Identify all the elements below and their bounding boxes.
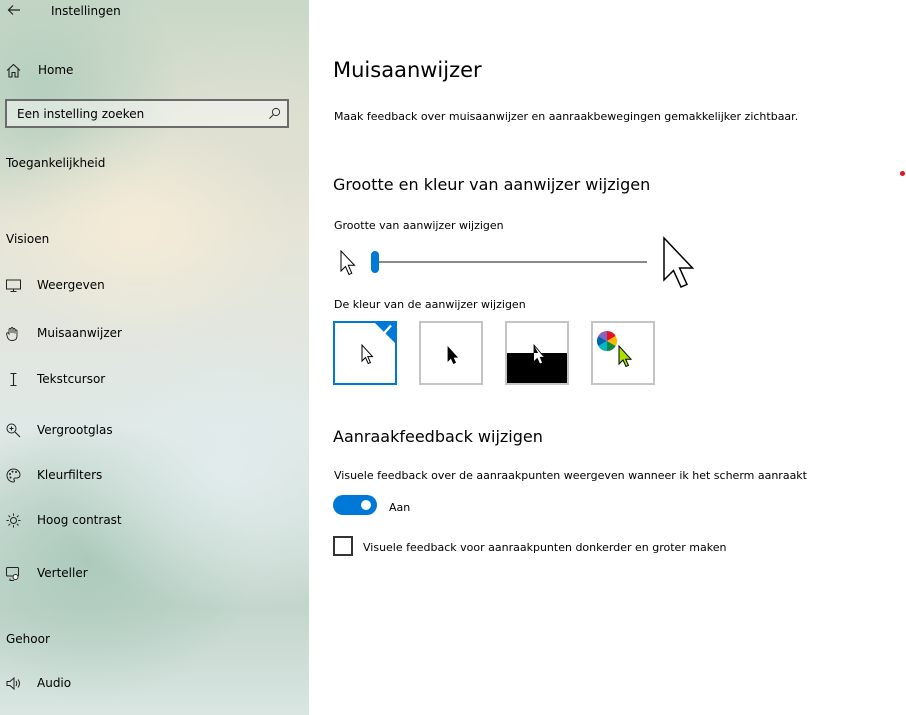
pointer-color-custom[interactable] bbox=[591, 321, 655, 385]
toggle-knob bbox=[361, 500, 371, 510]
search-box[interactable] bbox=[5, 99, 289, 128]
category-title: Toegankelijkheid bbox=[6, 156, 106, 170]
contrast-sun-icon bbox=[6, 513, 21, 528]
sidebar-item-label: Audio bbox=[37, 676, 72, 690]
page-title: Muisaanwijzer bbox=[333, 58, 482, 82]
sidebar: Instellingen Home Toegankelijkheid Visio… bbox=[0, 0, 309, 715]
sidebar-item-high-contrast[interactable]: Hoog contrast bbox=[0, 505, 309, 535]
text-cursor-icon bbox=[10, 372, 17, 387]
darker-feedback-checkbox[interactable] bbox=[333, 536, 353, 556]
main-content: Muisaanwijzer Maak feedback over muisaan… bbox=[309, 0, 906, 715]
touch-section-heading: Aanraakfeedback wijzigen bbox=[333, 427, 543, 446]
pointer-color-black[interactable] bbox=[419, 321, 483, 385]
sidebar-item-color-filters[interactable]: Kleurfilters bbox=[0, 460, 309, 490]
small-pointer-icon bbox=[340, 250, 356, 276]
back-arrow-icon[interactable] bbox=[6, 2, 22, 18]
visual-feedback-label: Visuele feedback over de aanraakpunten w… bbox=[334, 469, 807, 482]
visual-feedback-toggle[interactable] bbox=[333, 495, 377, 515]
sidebar-item-label: Home bbox=[38, 63, 74, 77]
title-bar: Instellingen bbox=[0, 0, 309, 24]
mouse-pointer-icon bbox=[6, 327, 18, 341]
pointer-color-inverted[interactable] bbox=[505, 321, 569, 385]
sidebar-item-home[interactable]: Home bbox=[0, 55, 309, 85]
sidebar-item-audio[interactable]: Audio bbox=[0, 668, 309, 698]
sidebar-item-display[interactable]: Weergeven bbox=[0, 270, 309, 300]
home-icon bbox=[6, 63, 21, 78]
app-title: Instellingen bbox=[51, 4, 121, 18]
sidebar-item-label: Vergrootglas bbox=[37, 423, 113, 437]
black-pointer-icon bbox=[447, 345, 459, 365]
white-pointer-icon bbox=[361, 323, 395, 365]
sidebar-item-label: Tekstcursor bbox=[37, 372, 106, 386]
custom-color-pointer-icon bbox=[596, 330, 633, 368]
pointer-size-label: Grootte van aanwijzer wijzigen bbox=[334, 219, 504, 232]
toggle-state-label: Aan bbox=[389, 501, 411, 514]
sidebar-item-text-cursor[interactable]: Tekstcursor bbox=[0, 364, 309, 394]
sidebar-item-label: Verteller bbox=[37, 566, 88, 580]
search-icon[interactable] bbox=[268, 107, 281, 120]
sidebar-item-magnifier[interactable]: Vergrootglas bbox=[0, 415, 309, 445]
page-description: Maak feedback over muisaanwijzer en aanr… bbox=[334, 110, 799, 123]
search-input[interactable] bbox=[17, 105, 257, 123]
monitor-icon bbox=[6, 279, 21, 292]
pointer-size-slider-track[interactable] bbox=[371, 261, 647, 263]
sidebar-item-label: Weergeven bbox=[37, 278, 105, 292]
settings-window: Instellingen Home Toegankelijkheid Visio… bbox=[0, 0, 906, 715]
pointer-color-label: De kleur van de aanwijzer wijzigen bbox=[334, 298, 526, 311]
inverted-pointer-icon bbox=[507, 343, 567, 383]
palette-icon bbox=[6, 468, 21, 483]
magnifier-icon bbox=[6, 423, 21, 438]
sidebar-item-label: Hoog contrast bbox=[37, 513, 122, 527]
section-title-vision: Visioen bbox=[6, 232, 50, 246]
sidebar-item-mouse-pointer[interactable]: Muisaanwijzer bbox=[0, 318, 309, 348]
sidebar-item-narrator[interactable]: Verteller bbox=[0, 558, 309, 588]
sidebar-item-label: Kleurfilters bbox=[37, 468, 103, 482]
pointer-size-slider-thumb[interactable] bbox=[371, 251, 379, 273]
pointer-section-heading: Grootte en kleur van aanwijzer wijzigen bbox=[333, 175, 651, 194]
narrator-icon bbox=[6, 567, 19, 581]
darker-feedback-label: Visuele feedback voor aanraakpunten donk… bbox=[363, 541, 727, 554]
section-title-hearing: Gehoor bbox=[6, 632, 50, 646]
large-pointer-icon bbox=[663, 236, 695, 288]
sidebar-item-label: Muisaanwijzer bbox=[37, 326, 122, 340]
speaker-icon bbox=[6, 676, 20, 691]
pointer-color-white[interactable] bbox=[333, 321, 397, 385]
notification-dot bbox=[900, 171, 905, 176]
